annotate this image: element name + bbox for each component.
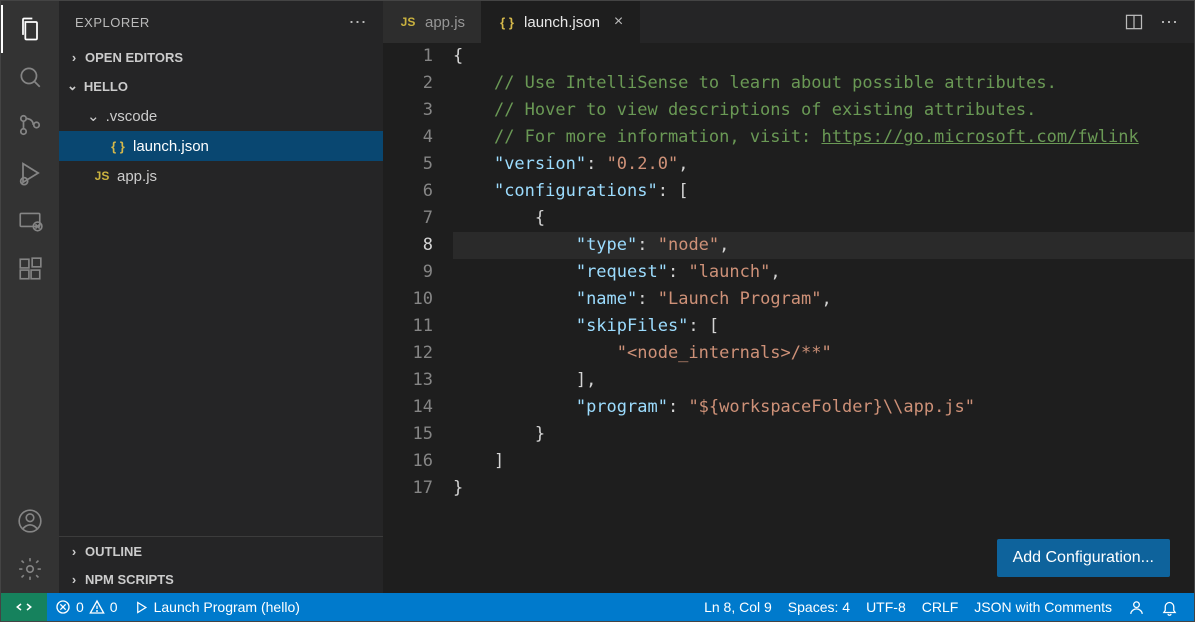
accounts-icon[interactable] <box>6 497 54 545</box>
outline-section[interactable]: › OUTLINE <box>59 537 383 565</box>
launch-config-label: Launch Program (hello) <box>154 599 300 615</box>
tab-bar: JS app.js { } launch.json × ⋯ <box>383 1 1194 43</box>
feedback-icon[interactable] <box>1120 593 1153 621</box>
remote-indicator[interactable] <box>1 593 47 621</box>
folder-vscode[interactable]: ⌄ .vscode <box>59 101 383 131</box>
settings-gear-icon[interactable] <box>6 545 54 593</box>
line-numbers: 12 34 56 78 910 1112 1314 1516 17 <box>383 43 453 593</box>
tab-launch-json[interactable]: { } launch.json × <box>482 1 640 43</box>
explorer-icon[interactable] <box>6 5 54 53</box>
chevron-down-icon: ⌄ <box>87 107 100 125</box>
chevron-right-icon: › <box>67 544 81 559</box>
file-launch-json[interactable]: { } launch.json <box>59 131 383 161</box>
chevron-right-icon: › <box>67 50 81 65</box>
json-file-icon: { } <box>109 137 127 155</box>
problems-status[interactable]: 0 0 <box>47 593 126 621</box>
remote-explorer-icon[interactable] <box>6 197 54 245</box>
warning-count: 0 <box>110 599 118 615</box>
indentation-status[interactable]: Spaces: 4 <box>780 593 858 621</box>
open-editors-label: OPEN EDITORS <box>85 50 183 65</box>
npm-scripts-label: NPM SCRIPTS <box>85 572 174 587</box>
editor-more-icon[interactable]: ⋯ <box>1160 12 1178 33</box>
editor-area: JS app.js { } launch.json × ⋯ <box>383 1 1194 593</box>
debug-config-status[interactable]: Launch Program (hello) <box>126 593 308 621</box>
npm-scripts-section[interactable]: › NPM SCRIPTS <box>59 565 383 593</box>
file-label: app.js <box>117 168 157 185</box>
activity-bar <box>1 1 59 593</box>
workspace-label: HELLO <box>84 79 128 94</box>
language-mode-status[interactable]: JSON with Comments <box>966 593 1120 621</box>
eol-status[interactable]: CRLF <box>914 593 967 621</box>
tab-app-js[interactable]: JS app.js <box>383 1 482 43</box>
extensions-icon[interactable] <box>6 245 54 293</box>
search-icon[interactable] <box>6 53 54 101</box>
status-bar: 0 0 Launch Program (hello) Ln 8, Col 9 S… <box>1 593 1194 621</box>
file-app-js[interactable]: JS app.js <box>59 161 383 191</box>
split-editor-icon[interactable] <box>1124 12 1144 32</box>
cursor-position-status[interactable]: Ln 8, Col 9 <box>696 593 780 621</box>
workspace-root[interactable]: ⌄ HELLO <box>59 71 383 101</box>
error-count: 0 <box>76 599 84 615</box>
source-control-icon[interactable] <box>6 101 54 149</box>
chevron-down-icon: ⌄ <box>67 78 78 94</box>
encoding-status[interactable]: UTF-8 <box>858 593 914 621</box>
code-content[interactable]: { // Use IntelliSense to learn about pos… <box>453 43 1194 593</box>
code-editor[interactable]: 12 34 56 78 910 1112 1314 1516 17 { // U… <box>383 43 1194 593</box>
notifications-icon[interactable] <box>1153 593 1186 621</box>
folder-label: .vscode <box>106 108 158 125</box>
chevron-right-icon: › <box>67 572 81 587</box>
file-label: launch.json <box>133 138 209 155</box>
run-debug-icon[interactable] <box>6 149 54 197</box>
explorer-sidebar: EXPLORER ⋯ › OPEN EDITORS ⌄ HELLO ⌄ .vsc… <box>59 1 383 593</box>
tab-label: launch.json <box>524 14 600 31</box>
js-file-icon: JS <box>93 167 111 185</box>
open-editors-section[interactable]: › OPEN EDITORS <box>59 43 383 71</box>
sidebar-more-icon[interactable]: ⋯ <box>349 12 368 33</box>
json-file-icon: { } <box>498 13 516 31</box>
close-icon[interactable]: × <box>614 13 623 31</box>
add-configuration-button[interactable]: Add Configuration... <box>997 539 1170 577</box>
tab-label: app.js <box>425 14 465 31</box>
outline-label: OUTLINE <box>85 544 142 559</box>
sidebar-title: EXPLORER <box>75 15 150 30</box>
js-file-icon: JS <box>399 13 417 31</box>
